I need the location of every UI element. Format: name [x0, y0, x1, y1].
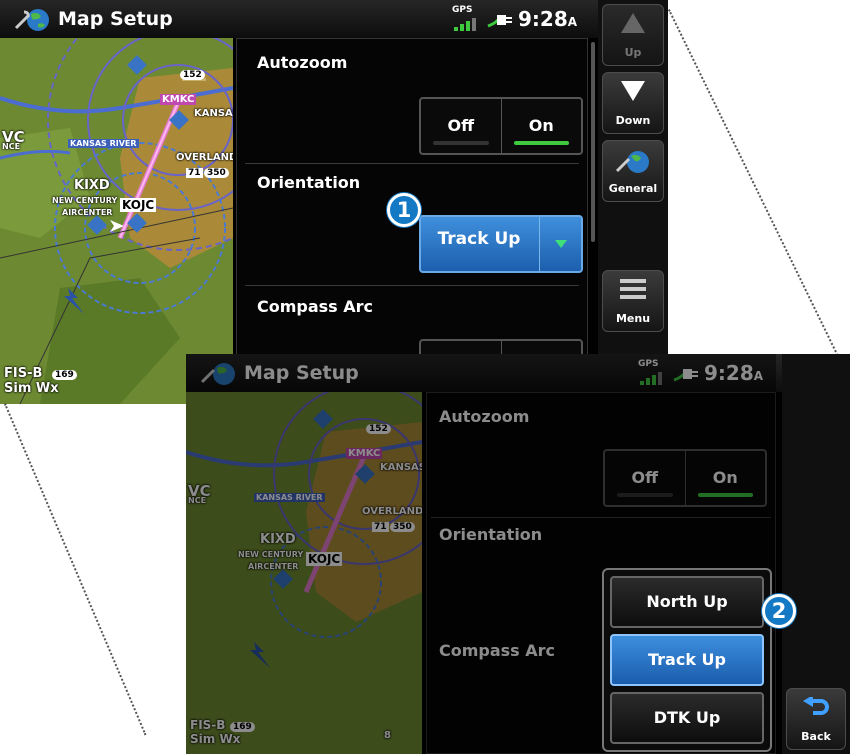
route-shield-169: 169	[52, 370, 77, 380]
back-button[interactable]: Back	[786, 688, 846, 750]
fisb-label: FIS-B	[190, 718, 226, 732]
route-shield-152: 152	[366, 424, 391, 434]
map-label-overland: OVERLAND	[176, 152, 233, 163]
clock: 9:28A	[704, 361, 764, 385]
map-label-new-century: NEW CENTURY	[238, 550, 304, 559]
arrow-up-icon	[603, 13, 663, 33]
scrollbar[interactable]	[591, 42, 595, 242]
sidebar-bottom: Back	[782, 354, 850, 754]
compass-arc-title: Compass Arc	[439, 641, 556, 660]
on-indicator	[697, 493, 753, 497]
autozoom-toggle[interactable]: Off On	[603, 449, 767, 507]
autozoom-off-button[interactable]: Off	[421, 99, 502, 153]
map-label-kixd: KIXD	[260, 532, 296, 547]
map-label-kixd: KIXD	[74, 178, 110, 193]
gps-label: GPS	[452, 5, 473, 15]
orientation-title: Orientation	[257, 173, 361, 192]
map-scale: 8	[384, 730, 391, 741]
sim-wx-label: Sim Wx	[190, 732, 241, 746]
map-label-new-century: NEW CENTURY	[52, 196, 118, 205]
map-setup-screen-bottom: Map Setup GPS 9:28A KMKC KANSAS KANSAS R…	[186, 354, 850, 754]
route-shield-71: 71	[372, 522, 389, 532]
chevron-down-icon	[539, 217, 581, 271]
track-up-option[interactable]: Track Up	[610, 634, 764, 686]
map-label-kojc: KOJC	[120, 198, 157, 212]
map-label-kojc: KOJC	[306, 552, 343, 566]
route-shield-169: 169	[230, 722, 255, 732]
map-label-kansas: KANSAS	[194, 108, 233, 119]
callout-1: 1	[387, 193, 421, 227]
status-area: GPS 9:28A	[452, 5, 592, 35]
map-graphic	[0, 38, 233, 404]
map-graphic	[186, 392, 422, 754]
map-setup-screen-top: Map Setup GPS 9:28A KMKC KANSA KANSAS RI…	[0, 0, 668, 404]
page-title: Map Setup	[244, 362, 359, 384]
page-title: Map Setup	[58, 8, 173, 30]
map-label-overland: OVERLAND	[362, 506, 422, 517]
gps-label: GPS	[638, 359, 659, 369]
sim-wx-label: Sim Wx	[4, 381, 59, 396]
compass-arc-title: Compass Arc	[257, 297, 374, 316]
map-label-nce: NCE	[188, 496, 207, 505]
map-label-kansas: KANSAS	[380, 462, 422, 473]
title-bar: Map Setup GPS 9:28A	[186, 354, 782, 392]
orientation-popup: North Up Track Up DTK Up	[602, 568, 772, 752]
divider	[431, 517, 771, 518]
clock: 9:28A	[518, 7, 578, 31]
autozoom-title: Autozoom	[439, 407, 530, 426]
map-view[interactable]: KMKC KANSAS KANSAS RIVER OVERLAND KIXD N…	[186, 392, 422, 754]
map-label-kmkc: KMKC	[346, 448, 383, 459]
map-label-nce: NCE	[2, 142, 21, 151]
divider	[245, 285, 579, 286]
map-label-aircenter: AIRCENTER	[62, 208, 113, 217]
map-label-kansas-river: KANSAS RIVER	[254, 493, 325, 502]
route-shield-71: 71	[186, 168, 203, 178]
map-label-kmkc: KMKC	[160, 94, 197, 105]
route-shield-350: 350	[204, 168, 229, 178]
off-indicator	[433, 141, 489, 145]
fisb-label: FIS-B	[4, 366, 43, 381]
map-label-aircenter: AIRCENTER	[248, 562, 299, 571]
autozoom-on-button[interactable]: On	[502, 99, 582, 153]
power-plug-icon	[486, 11, 514, 33]
gps-signal-icon	[640, 371, 670, 385]
autozoom-on-button[interactable]: On	[686, 451, 766, 505]
power-plug-icon	[672, 365, 700, 387]
callout-2: 2	[762, 594, 796, 628]
menu-button[interactable]: Menu	[602, 270, 664, 332]
map-setup-icon	[14, 6, 52, 37]
orientation-dropdown[interactable]: Track Up	[419, 215, 583, 273]
orientation-value: Track Up	[437, 229, 521, 249]
north-up-option[interactable]: North Up	[610, 576, 764, 628]
gps-signal-icon	[454, 17, 484, 31]
autozoom-toggle[interactable]: Off On	[419, 97, 583, 155]
map-setup-icon	[200, 360, 238, 391]
map-label-kansas-river: KANSAS RIVER	[68, 139, 139, 148]
divider	[245, 163, 579, 164]
dtk-up-option[interactable]: DTK Up	[610, 692, 764, 744]
status-area: GPS 9:28A	[638, 359, 778, 389]
general-button[interactable]: General	[602, 140, 664, 202]
wrench-globe-icon	[603, 149, 663, 175]
off-indicator	[617, 493, 673, 497]
route-shield-350: 350	[390, 522, 415, 532]
map-view[interactable]: KMKC KANSAS KANSAS RIVER OVERLAND KIXD N…	[0, 38, 233, 404]
menu-icon	[603, 279, 663, 299]
autozoom-title: Autozoom	[257, 53, 348, 72]
up-button[interactable]: Up	[602, 4, 664, 66]
title-bar: Map Setup GPS 9:28A	[0, 0, 598, 38]
orientation-title: Orientation	[439, 525, 543, 544]
connector-line	[668, 9, 846, 370]
connector-line	[4, 403, 147, 736]
on-indicator	[513, 141, 569, 145]
sidebar-top: Up Down General Menu	[598, 0, 668, 404]
arrow-down-icon	[603, 81, 663, 101]
back-arrow-icon	[787, 697, 845, 717]
autozoom-off-button[interactable]: Off	[605, 451, 686, 505]
route-shield-152: 152	[180, 70, 205, 80]
down-button[interactable]: Down	[602, 72, 664, 134]
